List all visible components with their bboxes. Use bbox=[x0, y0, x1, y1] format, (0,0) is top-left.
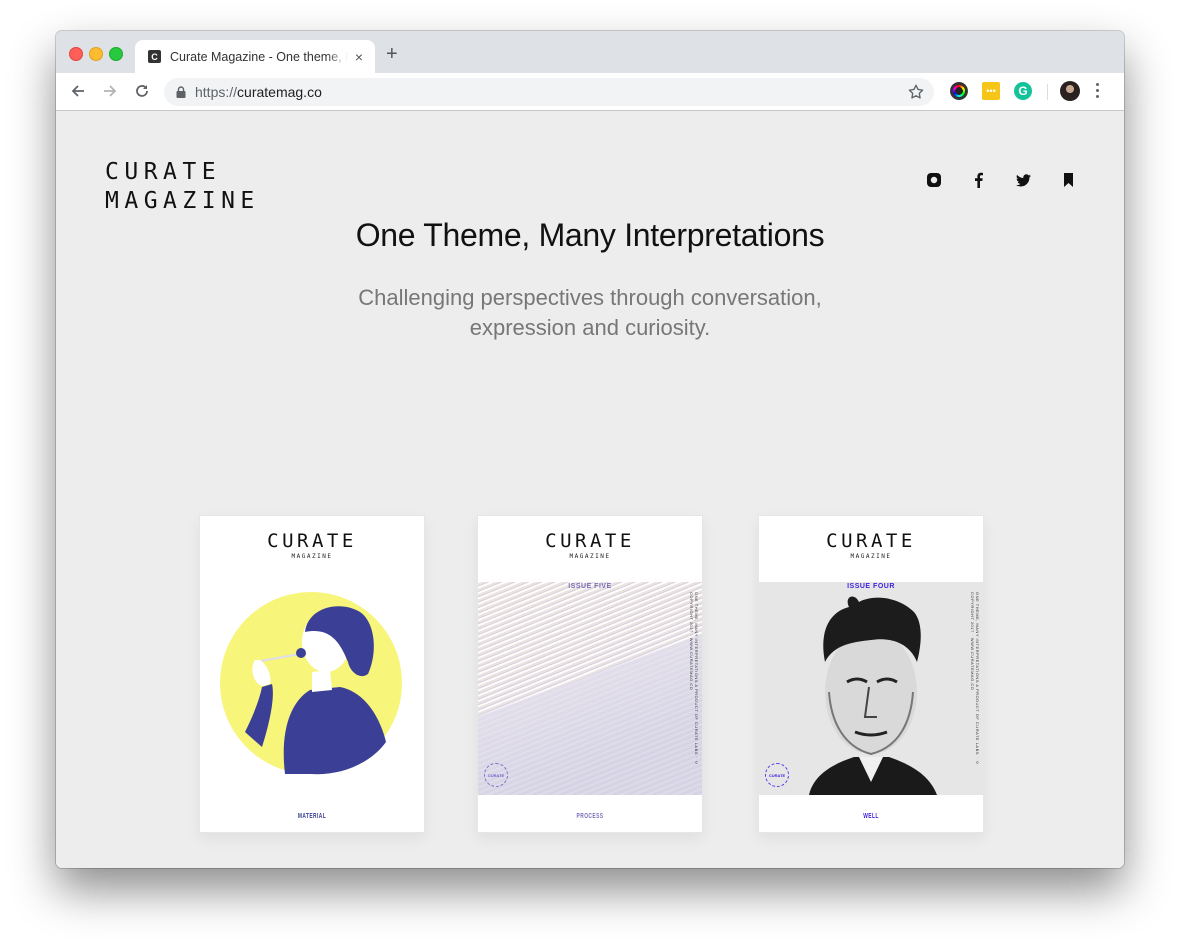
illustration-woman-eating-icon bbox=[220, 592, 402, 775]
cover-spine-text: ONE THEME, MANY INTERPRETATIONS A PRODUC… bbox=[689, 592, 699, 766]
cover-spine-text: ONE THEME, MANY INTERPRETATIONS A PRODUC… bbox=[970, 592, 980, 766]
bookmark-star-icon[interactable] bbox=[907, 83, 925, 101]
arrow-left-icon bbox=[71, 85, 84, 97]
page-subheading: Challenging perspectives through convers… bbox=[358, 285, 822, 340]
grammarly-extension-icon[interactable]: G bbox=[1014, 82, 1032, 100]
browser-window: C Curate Magazine - One theme, Many Inte… bbox=[56, 31, 1124, 868]
cover-masthead: CURATE MAGAZINE bbox=[267, 530, 357, 560]
address-bar[interactable]: https://curatemag.co bbox=[164, 78, 934, 106]
bookmark-icon bbox=[1064, 173, 1073, 187]
back-button[interactable] bbox=[68, 81, 88, 101]
tab-strip: C Curate Magazine - One theme, Many Inte… bbox=[56, 31, 1124, 73]
magazine-cover-material[interactable]: CURATE MAGAZINE MATERIAL bbox=[199, 515, 425, 833]
cover-title: PROCESS bbox=[576, 813, 604, 820]
browser-menu-icon[interactable] bbox=[1096, 83, 1099, 98]
maximize-window-button[interactable] bbox=[109, 47, 123, 61]
minimize-window-button[interactable] bbox=[89, 47, 103, 61]
social-links bbox=[911, 172, 1091, 188]
tab-close-icon[interactable]: × bbox=[352, 49, 366, 65]
instagram-link[interactable] bbox=[911, 172, 956, 188]
bookmark-link[interactable] bbox=[1046, 172, 1091, 188]
instagram-icon bbox=[926, 173, 941, 187]
facebook-icon bbox=[974, 172, 983, 188]
reload-icon bbox=[136, 85, 148, 97]
url-text[interactable]: https://curatemag.co bbox=[195, 84, 322, 100]
site-logo[interactable]: CURATE MAGAZINE bbox=[105, 158, 260, 216]
close-window-button[interactable] bbox=[69, 47, 83, 61]
twitter-link[interactable] bbox=[1001, 172, 1046, 188]
streak-overlay bbox=[478, 582, 702, 795]
lock-icon bbox=[176, 86, 186, 98]
cover-masthead: CURATE MAGAZINE bbox=[826, 530, 916, 560]
curate-stamp-icon: CURATE bbox=[765, 763, 789, 787]
twitter-icon bbox=[1016, 173, 1031, 186]
cover-illustration bbox=[200, 582, 424, 795]
cover-masthead: CURATE MAGAZINE bbox=[545, 530, 635, 560]
page-headline: One Theme, Many Interpretations bbox=[355, 217, 825, 253]
cover-portrait: ISSUE FOUR ONE THEME, MANY INTERPRETATIO… bbox=[759, 582, 983, 795]
tab-title: Curate Magazine - One theme, Many Interp… bbox=[170, 49, 348, 64]
color-picker-extension-icon[interactable] bbox=[950, 82, 968, 100]
browser-toolbar: https://curatemag.co ••• G bbox=[56, 73, 1124, 111]
new-tab-button[interactable]: + bbox=[386, 44, 398, 64]
yellow-extension-icon[interactable]: ••• bbox=[982, 82, 1000, 100]
cover-photo: ISSUE FIVE ONE THEME, MANY INTERPRETATIO… bbox=[478, 582, 702, 795]
cover-issue-label: ISSUE FOUR bbox=[847, 583, 895, 590]
cover-issue-label: ISSUE FIVE bbox=[568, 583, 612, 590]
cover-title: MATERIAL bbox=[297, 813, 327, 820]
magazine-cover-well[interactable]: CURATE MAGAZINE ISSUE FOUR ONE THEME, MA… bbox=[758, 515, 984, 833]
cover-title: WELL bbox=[863, 813, 879, 820]
page-content: CURATE MAGAZINE One Theme, Many Interpre… bbox=[56, 111, 1124, 868]
reload-button[interactable] bbox=[132, 81, 152, 101]
toolbar-divider bbox=[1047, 84, 1048, 100]
forward-button[interactable] bbox=[100, 81, 120, 101]
arrow-right-icon bbox=[104, 85, 117, 97]
charcoal-portrait-icon bbox=[809, 596, 937, 795]
curate-stamp-icon: CURATE bbox=[484, 763, 508, 787]
profile-avatar[interactable] bbox=[1060, 81, 1080, 101]
favicon-icon: C bbox=[148, 50, 161, 63]
browser-tab[interactable]: C Curate Magazine - One theme, Many Inte… bbox=[135, 40, 375, 73]
magazine-cover-process[interactable]: CURATE MAGAZINE ISSUE FIVE ONE THEME, MA… bbox=[477, 515, 703, 833]
facebook-link[interactable] bbox=[956, 172, 1001, 188]
